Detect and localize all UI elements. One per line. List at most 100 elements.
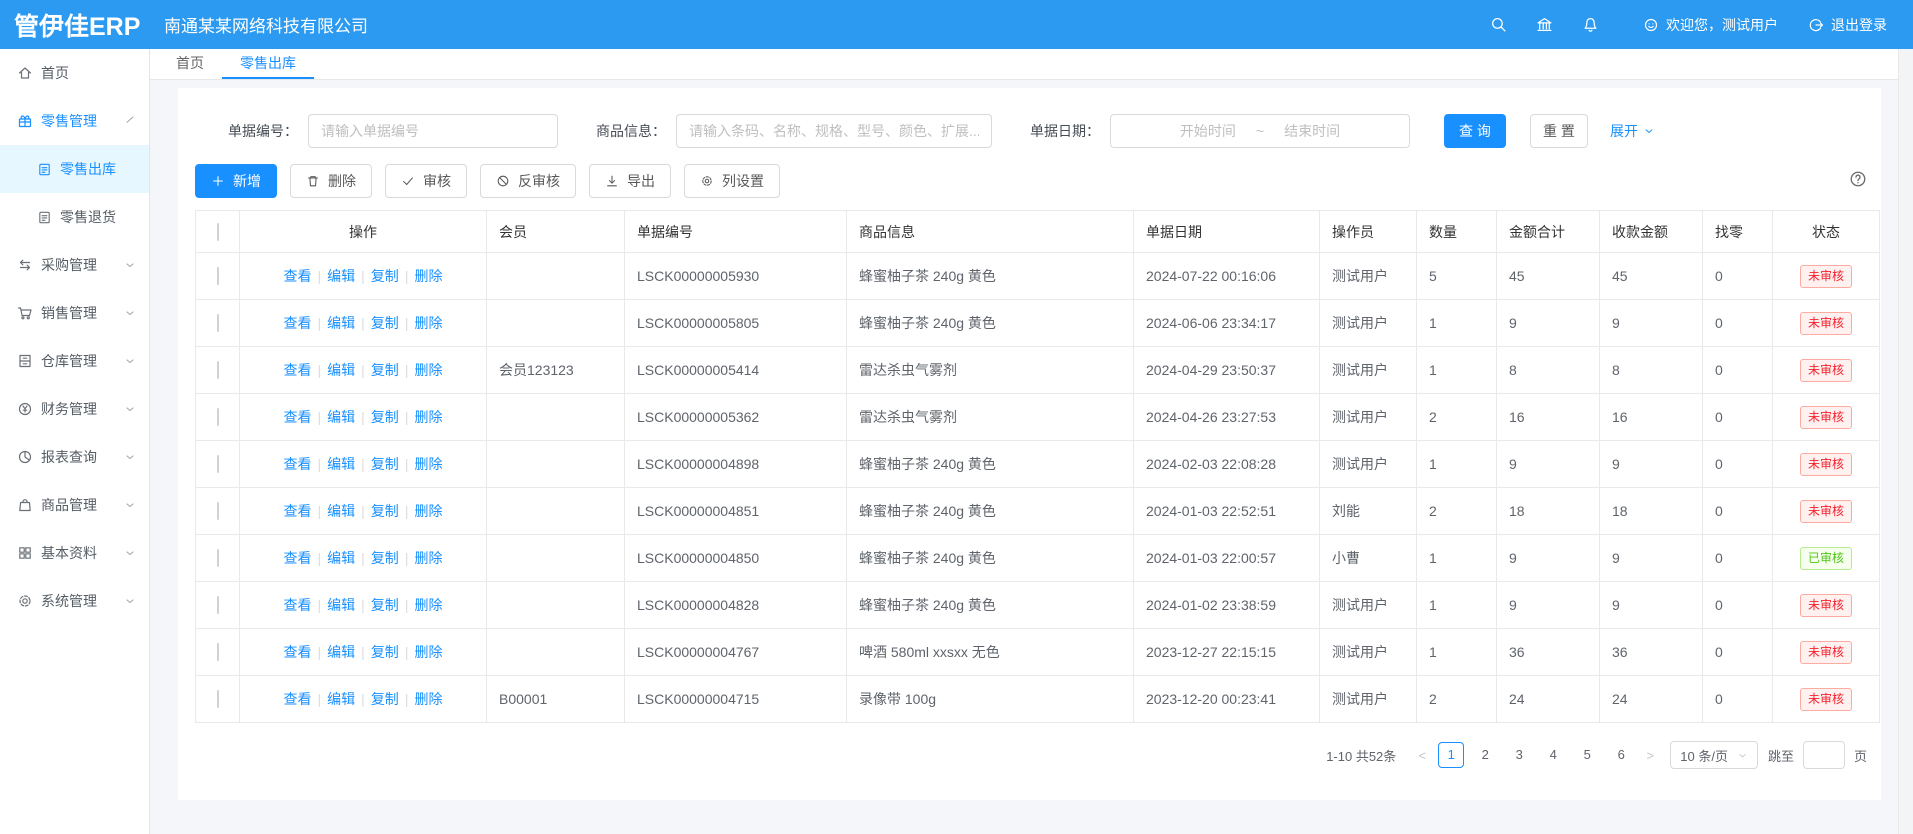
- action-view-link[interactable]: 查看: [284, 268, 312, 284]
- page-size-select[interactable]: 10 条/页: [1670, 741, 1758, 769]
- row-checkbox[interactable]: [217, 314, 219, 332]
- action-edit-link[interactable]: 编辑: [327, 456, 355, 472]
- action-delete-link[interactable]: 删除: [414, 268, 442, 284]
- tab-retail-outbound[interactable]: 零售出库: [222, 49, 314, 79]
- sidebar-item-7[interactable]: 商品管理: [0, 481, 149, 529]
- sidebar-item-5[interactable]: 财务管理: [0, 385, 149, 433]
- sidebar-item-3[interactable]: 销售管理: [0, 289, 149, 337]
- sidebar-item-2[interactable]: 采购管理: [0, 241, 149, 289]
- page-number-3[interactable]: 3: [1506, 742, 1532, 768]
- row-checkbox[interactable]: [217, 690, 219, 708]
- action-view-link[interactable]: 查看: [284, 409, 312, 425]
- sidebar-subitem-1-0[interactable]: 零售出库: [0, 145, 149, 193]
- action-delete-link[interactable]: 删除: [414, 362, 442, 378]
- logout-button[interactable]: 退出登录: [1808, 15, 1887, 35]
- sidebar-item-1[interactable]: 零售管理: [0, 97, 149, 145]
- row-checkbox[interactable]: [217, 361, 219, 379]
- sidebar-item-9[interactable]: 系统管理: [0, 577, 149, 625]
- bill-no-label: 单据编号：: [228, 121, 298, 141]
- action-delete-link[interactable]: 删除: [414, 409, 442, 425]
- toolbar-button-plus[interactable]: 新增: [195, 164, 277, 198]
- sidebar-item-6[interactable]: 报表查询: [0, 433, 149, 481]
- search-button[interactable]: 查 询: [1444, 114, 1506, 148]
- action-edit-link[interactable]: 编辑: [327, 691, 355, 707]
- sidebar-item-label: 系统管理: [41, 591, 124, 611]
- action-view-link[interactable]: 查看: [284, 644, 312, 660]
- action-edit-link[interactable]: 编辑: [327, 268, 355, 284]
- product-input[interactable]: [676, 114, 992, 148]
- bill-no-input[interactable]: [308, 114, 558, 148]
- action-view-link[interactable]: 查看: [284, 597, 312, 613]
- sidebar-subitem-1-1[interactable]: 零售退货: [0, 193, 149, 241]
- action-delete-link[interactable]: 删除: [414, 691, 442, 707]
- action-view-link[interactable]: 查看: [284, 503, 312, 519]
- sidebar-item-0[interactable]: 首页: [0, 49, 149, 97]
- row-checkbox[interactable]: [217, 455, 219, 473]
- page-number-5[interactable]: 5: [1574, 742, 1600, 768]
- page-number-6[interactable]: 6: [1608, 742, 1634, 768]
- tab-home[interactable]: 首页: [158, 49, 222, 79]
- action-view-link[interactable]: 查看: [284, 456, 312, 472]
- action-view-link[interactable]: 查看: [284, 691, 312, 707]
- bank-icon[interactable]: [1521, 16, 1567, 33]
- toolbar-button-trash[interactable]: 删除: [290, 164, 372, 198]
- action-edit-link[interactable]: 编辑: [327, 550, 355, 566]
- action-edit-link[interactable]: 编辑: [327, 503, 355, 519]
- action-delete-link[interactable]: 删除: [414, 315, 442, 331]
- toolbar-button-gear[interactable]: 列设置: [684, 164, 780, 198]
- action-delete-link[interactable]: 删除: [414, 503, 442, 519]
- action-edit-link[interactable]: 编辑: [327, 644, 355, 660]
- action-copy-link[interactable]: 复制: [371, 362, 399, 378]
- action-copy-link[interactable]: 复制: [371, 503, 399, 519]
- reset-button[interactable]: 重 置: [1530, 114, 1588, 148]
- action-copy-link[interactable]: 复制: [371, 597, 399, 613]
- row-checkbox[interactable]: [217, 267, 219, 285]
- row-checkbox[interactable]: [217, 596, 219, 614]
- select-all-checkbox[interactable]: [217, 223, 219, 241]
- action-edit-link[interactable]: 编辑: [327, 597, 355, 613]
- action-delete-link[interactable]: 删除: [414, 550, 442, 566]
- search-icon[interactable]: [1475, 16, 1521, 33]
- date-range-input[interactable]: 开始时间 ~ 结束时间: [1110, 114, 1410, 148]
- prev-page-icon[interactable]: <: [1410, 748, 1434, 763]
- action-copy-link[interactable]: 复制: [371, 644, 399, 660]
- row-checkbox[interactable]: [217, 549, 219, 567]
- action-delete-link[interactable]: 删除: [414, 597, 442, 613]
- action-edit-link[interactable]: 编辑: [327, 409, 355, 425]
- page-number-2[interactable]: 2: [1472, 742, 1498, 768]
- page-unit: 页: [1854, 746, 1867, 765]
- action-copy-link[interactable]: 复制: [371, 409, 399, 425]
- next-page-icon[interactable]: >: [1638, 748, 1662, 763]
- actions-cell: 查看|编辑|复制|删除: [240, 441, 487, 488]
- action-view-link[interactable]: 查看: [284, 362, 312, 378]
- action-delete-link[interactable]: 删除: [414, 456, 442, 472]
- row-checkbox[interactable]: [217, 643, 219, 661]
- toolbar-button-download[interactable]: 导出: [589, 164, 671, 198]
- action-edit-link[interactable]: 编辑: [327, 315, 355, 331]
- action-copy-link[interactable]: 复制: [371, 691, 399, 707]
- action-delete-link[interactable]: 删除: [414, 644, 442, 660]
- action-copy-link[interactable]: 复制: [371, 268, 399, 284]
- action-view-link[interactable]: 查看: [284, 550, 312, 566]
- action-copy-link[interactable]: 复制: [371, 315, 399, 331]
- sidebar-item-4[interactable]: 仓库管理: [0, 337, 149, 385]
- action-copy-link[interactable]: 复制: [371, 550, 399, 566]
- action-separator: |: [405, 503, 409, 519]
- bell-icon[interactable]: [1567, 16, 1613, 33]
- help-icon[interactable]: [1849, 170, 1867, 188]
- row-checkbox[interactable]: [217, 502, 219, 520]
- jump-page-input[interactable]: [1803, 741, 1845, 769]
- page-number-4[interactable]: 4: [1540, 742, 1566, 768]
- expand-link[interactable]: 展开: [1610, 121, 1655, 141]
- action-view-link[interactable]: 查看: [284, 315, 312, 331]
- toolbar-button-check[interactable]: 审核: [385, 164, 467, 198]
- user-welcome[interactable]: 欢迎您，测试用户: [1643, 15, 1778, 35]
- action-copy-link[interactable]: 复制: [371, 456, 399, 472]
- sidebar-item-8[interactable]: 基本资料: [0, 529, 149, 577]
- row-checkbox[interactable]: [217, 408, 219, 426]
- toolbar-button-ban[interactable]: 反审核: [480, 164, 576, 198]
- action-edit-link[interactable]: 编辑: [327, 362, 355, 378]
- page-number-1[interactable]: 1: [1438, 742, 1464, 768]
- page-scrollbar[interactable]: [1898, 49, 1913, 834]
- change-cell: 0: [1703, 394, 1773, 441]
